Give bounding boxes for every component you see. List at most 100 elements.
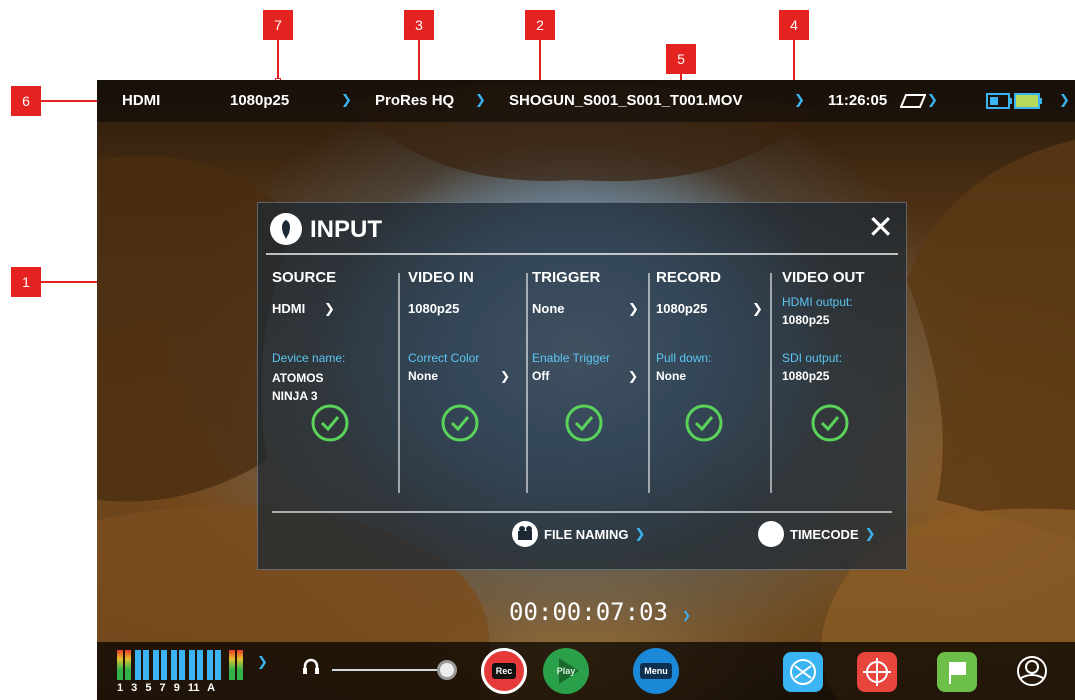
meter-bar	[215, 650, 221, 680]
file-naming-button[interactable]: FILE NAMING ❯	[512, 521, 645, 547]
topbar-filename[interactable]: SHOGUN_S001_S001_T001.MOV	[509, 92, 742, 109]
anamorphic-button[interactable]	[783, 652, 823, 692]
topbar-format[interactable]: 1080p25	[230, 92, 289, 109]
timecode-label: TIMECODE	[790, 526, 859, 542]
device-name-value-2: NINJA 3	[272, 389, 318, 403]
meter-bar	[197, 650, 203, 680]
meter-bar	[189, 650, 195, 680]
trigger-chevron-icon[interactable]: ❯	[628, 301, 639, 317]
close-icon[interactable]: ✕	[867, 211, 894, 243]
device-screen: HDMI 1080p25 ❯ ProRes HQ ❯ SHOGUN_S001_S…	[97, 80, 1075, 700]
meter-bar	[125, 650, 131, 680]
enable-trigger-chevron-icon[interactable]: ❯	[628, 369, 638, 383]
col-video-in[interactable]: VIDEO IN 1080p25 Correct Color None ❯	[408, 269, 532, 495]
sdi-output-value: 1080p25	[782, 369, 830, 383]
record-header: RECORD	[656, 269, 722, 286]
col-record[interactable]: RECORD 1080p25 ❯ Pull down: None	[656, 269, 780, 495]
col-video-out[interactable]: VIDEO OUT HDMI output: 1080p25 SDI outpu…	[782, 269, 906, 495]
meter-bar	[171, 650, 177, 680]
volume-slider-track[interactable]	[332, 669, 447, 671]
callout-4: 4	[779, 10, 809, 40]
volume-slider-knob[interactable]	[437, 660, 457, 680]
meter-channel-labels: 1 3 5 7 9 11 A	[117, 682, 216, 694]
video-in-value: 1080p25	[408, 301, 460, 316]
correct-color-chevron-icon[interactable]: ❯	[500, 369, 510, 383]
headphone-icon[interactable]	[302, 657, 320, 675]
timecode-button[interactable]: TIMECODE ❯	[758, 521, 876, 547]
topbar-codec[interactable]: ProRes HQ	[375, 92, 454, 109]
play-label: Play	[556, 666, 576, 676]
meter-bar	[135, 650, 141, 680]
pull-down-label: Pull down:	[656, 351, 712, 365]
battery-1-icon[interactable]	[986, 93, 1012, 113]
record-chevron-icon[interactable]: ❯	[752, 301, 763, 317]
format-chevron-icon[interactable]: ❯	[341, 92, 352, 108]
codec-chevron-icon[interactable]: ❯	[475, 92, 486, 108]
tag-button[interactable]	[937, 652, 977, 692]
column-divider	[770, 273, 772, 493]
file-naming-icon	[512, 521, 538, 547]
video-in-check-icon	[441, 404, 479, 442]
timecode-icon	[758, 521, 784, 547]
timecode-chevron-icon: ❯	[864, 526, 876, 541]
menu-button[interactable]: Menu	[633, 648, 679, 694]
source-value[interactable]: HDMI	[272, 301, 305, 316]
source-chevron-icon[interactable]: ❯	[324, 301, 335, 317]
battery-2-icon[interactable]	[1014, 93, 1042, 113]
rec-button[interactable]: Rec	[481, 648, 527, 694]
meter-bar	[161, 650, 167, 680]
anamorphic-icon	[790, 659, 816, 685]
meter-bar	[229, 650, 235, 680]
panel-title: INPUT	[310, 216, 382, 243]
battery-chevron-icon[interactable]: ❯	[1059, 92, 1070, 108]
col-trigger[interactable]: TRIGGER None ❯ Enable Trigger Off ❯	[532, 269, 656, 495]
timecode-display-chevron-icon: ❯	[682, 608, 691, 624]
video-in-header: VIDEO IN	[408, 269, 474, 286]
flag-icon	[949, 662, 966, 684]
record-check-icon	[685, 404, 723, 442]
bottom-toolbar: ❯ 1 3 5 7 9 11 A Rec Play Menu	[97, 642, 1075, 700]
device-name-value: ATOMOS	[272, 371, 324, 385]
timecode-display[interactable]: 00:00:07:03 ❯	[509, 598, 691, 626]
topbar-time[interactable]: 11:26:05	[828, 92, 887, 109]
column-divider	[526, 273, 528, 493]
source-check-icon	[311, 404, 349, 442]
record-value[interactable]: 1080p25	[656, 301, 707, 316]
meters-chevron-icon[interactable]: ❯	[257, 654, 268, 670]
input-icon	[270, 213, 302, 245]
callout-7: 7	[263, 10, 293, 40]
crosshair-icon	[863, 658, 891, 686]
correct-color-value[interactable]: None	[408, 369, 438, 383]
video-out-check-icon	[811, 404, 849, 442]
hdmi-output-label: HDMI output:	[782, 295, 853, 309]
col-source[interactable]: SOURCE HDMI ❯ Device name: ATOMOS NINJA …	[272, 269, 396, 495]
topbar-source[interactable]: HDMI	[122, 92, 160, 109]
audio-meters[interactable]	[117, 650, 247, 680]
meter-bar	[179, 650, 185, 680]
pull-down-value: None	[656, 369, 686, 383]
file-naming-label: FILE NAMING	[544, 526, 629, 542]
callout-3: 3	[404, 10, 434, 40]
trigger-check-icon	[565, 404, 603, 442]
trigger-header: TRIGGER	[532, 269, 601, 286]
focus-peaking-button[interactable]	[857, 652, 897, 692]
top-status-bar: HDMI 1080p25 ❯ ProRes HQ ❯ SHOGUN_S001_S…	[97, 80, 1075, 122]
meter-bar	[143, 650, 149, 680]
meter-bar	[207, 650, 213, 680]
disk-icon[interactable]	[899, 94, 927, 112]
disk-chevron-icon[interactable]: ❯	[927, 92, 938, 108]
input-panel: INPUT ✕ SOURCE HDMI ❯ Device name: ATOMO…	[257, 202, 907, 570]
meter-bar	[117, 650, 123, 680]
play-button[interactable]: Play	[543, 648, 589, 694]
bottom-divider	[272, 511, 892, 513]
meter-bar	[153, 650, 159, 680]
column-divider	[398, 273, 400, 493]
title-divider	[266, 253, 898, 255]
enable-trigger-value[interactable]: Off	[532, 369, 549, 383]
sdi-output-label: SDI output:	[782, 351, 843, 365]
trigger-value[interactable]: None	[532, 301, 565, 316]
filename-chevron-icon[interactable]: ❯	[794, 92, 805, 108]
enable-trigger-label: Enable Trigger	[532, 351, 611, 365]
atomos-logo-icon[interactable]	[1015, 654, 1049, 688]
callout-5: 5	[666, 44, 696, 74]
